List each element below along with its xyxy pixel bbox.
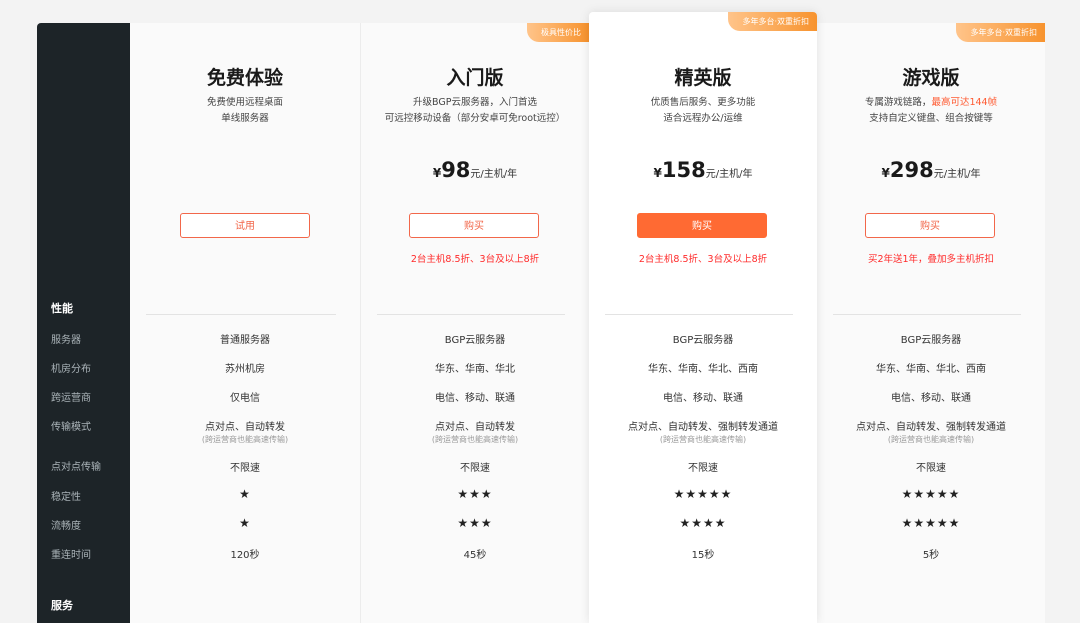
plan-desc-highlight: 最高可达144帧 xyxy=(931,97,998,108)
price-currency: ¥ xyxy=(432,166,442,180)
cell-reconnect: 45秒 xyxy=(463,550,487,561)
feature-sidebar: 性能 服务器 机房分布 跨运营商 传输模式 点对点传输 稳定性 流畅度 重连时间… xyxy=(37,23,130,623)
cell-reconnect: 15秒 xyxy=(691,550,715,561)
cell-smoothness-stars: ★★★ xyxy=(457,516,493,530)
cell-cross-isp: 电信、移动、联通 xyxy=(663,393,743,404)
row-label-server: 服务器 xyxy=(51,335,81,346)
plan-ribbon: 多年多台·双重折扣 xyxy=(956,23,1045,42)
plan-price: ¥158元/主机/年 xyxy=(589,158,817,182)
plan-desc-text: 专属游戏链路， xyxy=(864,97,932,108)
buy-button[interactable]: 购买 xyxy=(865,213,995,238)
cell-datacenter: 华东、华南、华北、西南 xyxy=(876,364,986,375)
plan-title: 入门版 xyxy=(446,67,504,89)
price-currency: ¥ xyxy=(653,166,662,180)
price-amount: 98 xyxy=(441,158,471,182)
plan-desc-line1: 专属游戏链路，最高可达144帧 xyxy=(817,95,1045,111)
cell-datacenter: 华东、华南、华北 xyxy=(435,364,515,375)
plan-ribbon: 极具性价比 xyxy=(527,23,589,42)
transfer-mode-text: 点对点、自动转发 xyxy=(205,422,285,433)
price-unit: 元/主机/年 xyxy=(933,169,981,180)
price-unit: 元/主机/年 xyxy=(470,169,518,180)
cell-p2p: 不限速 xyxy=(688,463,718,474)
divider xyxy=(605,314,793,315)
price-currency: ¥ xyxy=(881,166,890,180)
cell-datacenter: 苏州机房 xyxy=(225,364,265,375)
price-unit: 元/主机/年 xyxy=(705,169,753,180)
plan-title: 游戏版 xyxy=(902,67,960,89)
cell-stability-stars: ★★★ xyxy=(457,487,493,501)
plan-desc-line2: 支持自定义键盘、组合按键等 xyxy=(869,113,993,124)
plan-price: ¥98元/主机/年 xyxy=(361,158,589,182)
plan-desc-line2: 单线服务器 xyxy=(221,113,269,124)
transfer-mode-text: 点对点、自动转发、强制转发通道 xyxy=(856,422,1006,433)
cell-smoothness-stars: ★★★★ xyxy=(679,516,727,530)
plan-desc-line1: 优质售后服务、更多功能 xyxy=(650,97,756,108)
divider xyxy=(146,314,336,315)
cell-transfer-mode: 点对点、自动转发、强制转发通道 (跨运营商也能高速传输) xyxy=(589,418,817,445)
cell-stability-stars: ★★★★★ xyxy=(901,487,961,501)
row-label-cross-isp: 跨运营商 xyxy=(51,393,91,404)
pricing-page: 性能 服务器 机房分布 跨运营商 传输模式 点对点传输 稳定性 流畅度 重连时间… xyxy=(37,12,1045,623)
plan-card-gaming: 多年多台·双重折扣 游戏版 专属游戏链路，最高可达144帧 支持自定义键盘、组合… xyxy=(817,23,1045,623)
row-label-datacenter: 机房分布 xyxy=(51,364,91,375)
cell-stability-stars: ★★★★★ xyxy=(673,487,733,501)
price-amount: 298 xyxy=(889,158,934,182)
plan-desc-line1: 免费使用远程桌面 xyxy=(206,97,283,108)
plan-desc-line1: 升级BGP云服务器，入门首选 xyxy=(413,97,537,108)
plan-price: ¥298元/主机/年 xyxy=(817,158,1045,182)
cell-reconnect: 5秒 xyxy=(922,550,940,561)
divider xyxy=(377,314,565,315)
divider xyxy=(833,314,1021,315)
plan-card-entry: 极具性价比 入门版 升级BGP云服务器，入门首选 可远控移动设备（部分安卓可免r… xyxy=(361,23,590,623)
cell-server: BGP云服务器 xyxy=(672,335,734,346)
transfer-mode-text: 点对点、自动转发、强制转发通道 xyxy=(628,422,778,433)
cell-smoothness-stars: ★ xyxy=(239,516,251,530)
cell-server: BGP云服务器 xyxy=(900,335,962,346)
promo-text: 2台主机8.5折、3台及以上8折 xyxy=(410,254,540,265)
row-label-reconnect: 重连时间 xyxy=(51,550,91,561)
promo-text: 2台主机8.5折、3台及以上8折 xyxy=(638,254,768,265)
cell-server: BGP云服务器 xyxy=(444,335,506,346)
plan-ribbon: 多年多台·双重折扣 xyxy=(728,12,817,31)
cell-datacenter: 华东、华南、华北、西南 xyxy=(648,364,758,375)
cell-smoothness-stars: ★★★★★ xyxy=(901,516,961,530)
plan-card-free: 免费体验 免费使用远程桌面 单线服务器 试用 普通服务器 苏州机房 仅电信 点对… xyxy=(130,23,361,623)
cell-stability-stars: ★ xyxy=(239,487,251,501)
row-label-smoothness: 流畅度 xyxy=(51,521,81,532)
trial-button[interactable]: 试用 xyxy=(180,213,310,238)
price-amount: 158 xyxy=(661,158,706,182)
cell-transfer-mode: 点对点、自动转发 (跨运营商也能高速传输) xyxy=(130,418,360,445)
cell-cross-isp: 电信、移动、联通 xyxy=(891,393,971,404)
plan-title: 免费体验 xyxy=(206,67,283,89)
transfer-mode-text: 点对点、自动转发 xyxy=(435,422,515,433)
plan-desc-line2: 可远控移动设备（部分安卓可免root远控） xyxy=(384,113,566,124)
cell-cross-isp: 电信、移动、联通 xyxy=(435,393,515,404)
row-label-transfer-mode: 传输模式 xyxy=(51,422,91,433)
row-label-p2p: 点对点传输 xyxy=(51,462,101,473)
promo-text: 买2年送1年，叠加多主机折扣 xyxy=(867,254,995,265)
plan-card-elite: 多年多台·双重折扣 精英版 优质售后服务、更多功能 适合远程办公/运维 ¥158… xyxy=(589,12,817,623)
cell-p2p: 不限速 xyxy=(916,463,946,474)
cell-server: 普通服务器 xyxy=(220,335,270,346)
row-label-stability: 稳定性 xyxy=(51,492,81,503)
cell-reconnect: 120秒 xyxy=(230,550,260,561)
cell-cross-isp: 仅电信 xyxy=(230,393,260,404)
transfer-mode-note: (跨运营商也能高速传输) xyxy=(887,435,975,444)
transfer-mode-note: (跨运营商也能高速传输) xyxy=(201,435,289,444)
cell-transfer-mode: 点对点、自动转发、强制转发通道 (跨运营商也能高速传输) xyxy=(817,418,1045,445)
buy-button[interactable]: 购买 xyxy=(409,213,539,238)
section-heading-performance: 性能 xyxy=(51,302,73,315)
cell-transfer-mode: 点对点、自动转发 (跨运营商也能高速传输) xyxy=(361,418,589,445)
transfer-mode-note: (跨运营商也能高速传输) xyxy=(659,435,747,444)
transfer-mode-note: (跨运营商也能高速传输) xyxy=(431,435,519,444)
plan-title: 精英版 xyxy=(674,67,732,89)
plan-desc-line2: 适合远程办公/运维 xyxy=(663,113,743,124)
buy-button[interactable]: 购买 xyxy=(637,213,767,238)
cell-p2p: 不限速 xyxy=(460,463,490,474)
cell-p2p: 不限速 xyxy=(230,463,260,474)
